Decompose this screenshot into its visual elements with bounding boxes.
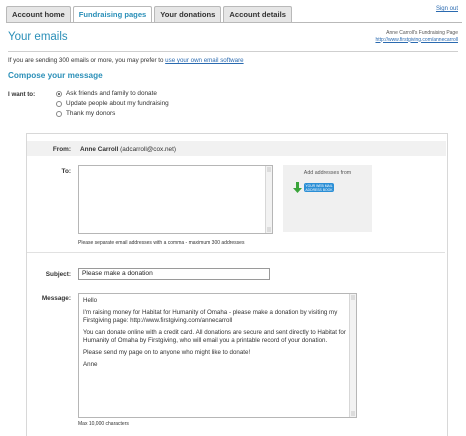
radio-update-people[interactable] <box>56 100 62 107</box>
download-arrow-icon <box>293 181 302 193</box>
option-update-people-label: Update people about my fundraising <box>66 100 169 107</box>
from-name: Anne Carroll <box>80 146 119 153</box>
i-want-to-label: I want to: <box>8 91 36 98</box>
tab-account-details[interactable]: Account details <box>223 6 292 22</box>
from-value: Anne Carroll (adcarroll@cox.net) <box>80 146 176 153</box>
address-book-button-text: YOUR WEB MAIL ADDRESS BOOK <box>304 182 334 192</box>
message-label: Message: <box>41 295 71 302</box>
page-title: Your emails <box>8 31 68 43</box>
message-paragraph: You can donate online with a credit card… <box>83 328 346 344</box>
to-recipients-field[interactable] <box>78 165 273 234</box>
option-thank-donors[interactable]: Thank my donors <box>56 110 115 117</box>
address-import-panel: Add addresses from YOUR WEB MAIL ADDRESS… <box>283 165 372 232</box>
radio-thank-donors[interactable] <box>56 110 62 117</box>
option-update-people[interactable]: Update people about my fundraising <box>56 100 169 107</box>
section-divider <box>27 252 445 253</box>
message-paragraph: Please send my page on to anyone who mig… <box>83 348 251 356</box>
message-paragraph: I'm raising money for Habitat for Humani… <box>83 309 338 324</box>
tab-divider <box>6 22 462 23</box>
compose-heading: Compose your message <box>8 71 103 80</box>
fundraising-page-info: Anne Carroll's Fundraising Page http://w… <box>375 30 458 43</box>
tab-fundraising-pages[interactable]: Fundraising pages <box>72 6 153 23</box>
emails-page: Account home Fundraising pages Your dona… <box>0 0 466 436</box>
header-divider <box>8 51 458 52</box>
subject-input[interactable]: Please make a donation <box>78 268 270 280</box>
to-label: To: <box>61 168 71 175</box>
max-characters-note: Max 10,000 characters <box>78 421 129 427</box>
sign-out-link[interactable]: Sign out <box>436 6 458 12</box>
tab-account-home[interactable]: Account home <box>6 6 71 22</box>
tab-your-donations[interactable]: Your donations <box>154 6 222 22</box>
message-paragraph: Anne <box>83 360 98 368</box>
add-addresses-label: Add addresses from <box>303 170 352 176</box>
from-email: (adcarroll@cox.net) <box>120 146 176 153</box>
subject-label: Subject: <box>45 271 71 278</box>
option-ask-donate-label: Ask friends and family to donate <box>66 90 157 97</box>
option-thank-donors-label: Thank my donors <box>66 110 116 117</box>
message-paragraph: Hello <box>83 297 98 304</box>
option-ask-donate[interactable]: Ask friends and family to donate <box>56 90 157 97</box>
radio-ask-donate[interactable] <box>56 90 62 97</box>
fundraising-page-name: Anne Carroll's Fundraising Page <box>386 30 458 36</box>
account-tabs: Account home Fundraising pages Your dona… <box>6 6 292 23</box>
own-email-software-link[interactable]: use your own email software <box>165 57 243 64</box>
bulk-email-note: If you are sending 300 emails or more, y… <box>8 57 244 64</box>
message-body: Hello I'm raising money for Habitat for … <box>83 297 346 373</box>
bulk-email-note-text: If you are sending 300 emails or more, y… <box>8 57 166 64</box>
to-field-scrollbar[interactable] <box>265 166 272 233</box>
from-label: From: <box>52 146 71 153</box>
message-scrollbar[interactable] <box>349 294 356 417</box>
to-field-hint: Please separate email addresses with a c… <box>78 240 245 246</box>
message-textarea[interactable]: Hello I'm raising money for Habitat for … <box>78 293 357 418</box>
fundraising-page-url-link[interactable]: http://www.firstgiving.com/annecarroll <box>375 37 458 44</box>
import-address-book-button[interactable]: YOUR WEB MAIL ADDRESS BOOK <box>293 181 334 193</box>
